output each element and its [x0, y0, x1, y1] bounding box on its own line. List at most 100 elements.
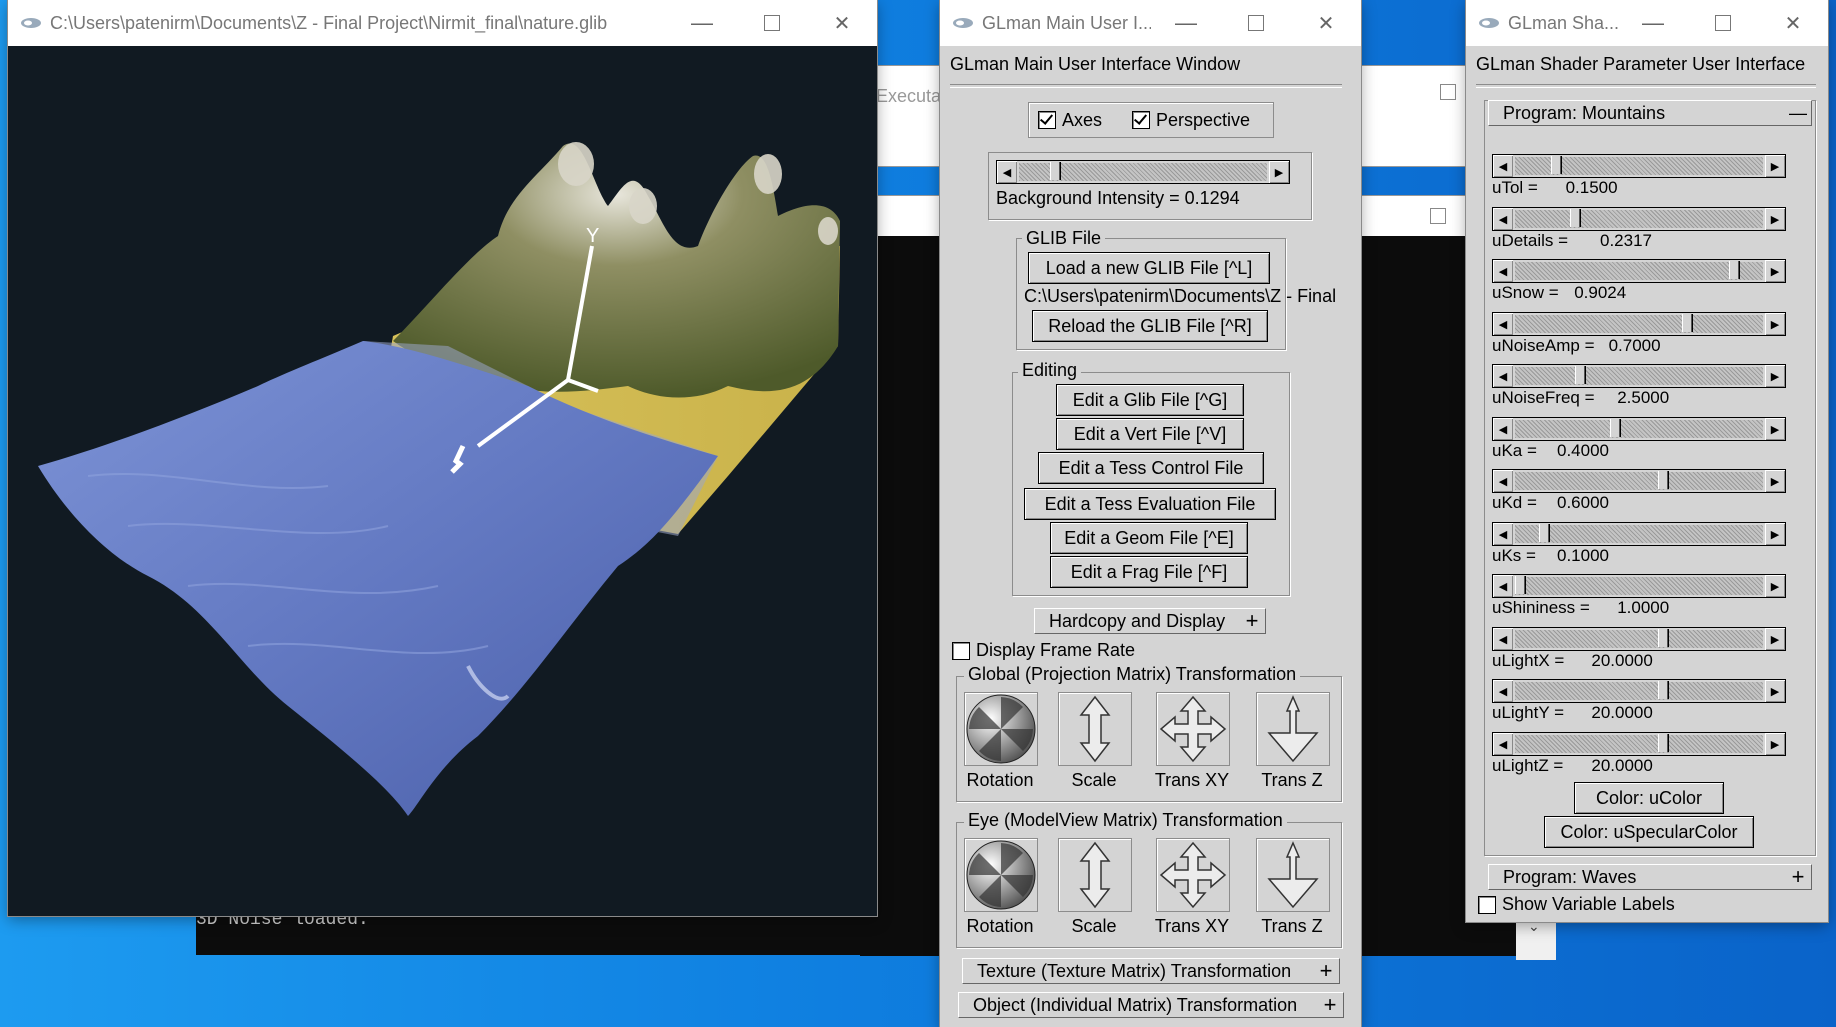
slider-trough[interactable] [1515, 682, 1763, 700]
color-uspecularcolor-button[interactable]: Color: uSpecularColor [1544, 816, 1754, 848]
slider-right-arrow-icon[interactable]: ▶ [1765, 365, 1785, 387]
slider-left-arrow-icon[interactable]: ◀ [1493, 680, 1513, 702]
load-glib-button[interactable]: Load a new GLIB File [^L] [1028, 252, 1270, 284]
slider-left-arrow-icon[interactable]: ◀ [1493, 575, 1513, 597]
slider-thumb[interactable] [1515, 576, 1525, 594]
slider-right-arrow-icon[interactable]: ▶ [1269, 161, 1289, 183]
param-slider[interactable]: ◀ ▶ [1492, 417, 1786, 441]
maximize-button[interactable] [1221, 0, 1291, 46]
slider-left-arrow-icon[interactable]: ◀ [997, 161, 1017, 183]
slider-right-arrow-icon[interactable]: ▶ [1765, 155, 1785, 177]
perspective-checkbox[interactable] [1132, 111, 1150, 129]
param-slider[interactable]: ◀ ▶ [1492, 522, 1786, 546]
slider-thumb[interactable] [1569, 209, 1580, 227]
eye-scale-control[interactable] [1058, 838, 1132, 912]
maximize-button[interactable] [737, 0, 807, 46]
slider-left-arrow-icon[interactable]: ◀ [1493, 365, 1513, 387]
param-slider[interactable]: ◀ ▶ [1492, 207, 1786, 231]
edit-frag-button[interactable]: Edit a Frag File [^F] [1050, 556, 1248, 588]
param-slider[interactable]: ◀ ▶ [1492, 364, 1786, 388]
slider-thumb[interactable] [1574, 366, 1585, 384]
param-slider[interactable]: ◀ ▶ [1492, 312, 1786, 336]
global-transz-control[interactable] [1256, 692, 1330, 766]
slider-trough[interactable] [1515, 210, 1763, 228]
object-transform-rollout[interactable]: Object (Individual Matrix) Transformatio… [958, 992, 1344, 1018]
slider-right-arrow-icon[interactable]: ▶ [1765, 313, 1785, 335]
minimize-button[interactable]: — [1151, 0, 1221, 46]
minimize-button[interactable]: — [667, 0, 737, 46]
slider-left-arrow-icon[interactable]: ◀ [1493, 418, 1513, 440]
slider-trough[interactable] [1515, 735, 1763, 753]
reload-glib-button[interactable]: Reload the GLIB File [^R] [1032, 310, 1268, 342]
edit-geom-button[interactable]: Edit a Geom File [^E] [1050, 522, 1248, 554]
close-button[interactable]: ✕ [807, 0, 877, 46]
texture-transform-rollout[interactable]: Texture (Texture Matrix) Transformation … [962, 958, 1340, 984]
slider-right-arrow-icon[interactable]: ▶ [1765, 628, 1785, 650]
close-button[interactable]: ✕ [1291, 0, 1361, 46]
global-transxy-control[interactable] [1156, 692, 1230, 766]
param-slider[interactable]: ◀ ▶ [1492, 469, 1786, 493]
global-rotation-control[interactable] [964, 692, 1038, 766]
slider-left-arrow-icon[interactable]: ◀ [1493, 523, 1513, 545]
slider-right-arrow-icon[interactable]: ▶ [1765, 208, 1785, 230]
show-variable-labels-checkbox[interactable] [1478, 896, 1496, 914]
edit-vert-button[interactable]: Edit a Vert File [^V] [1056, 418, 1244, 450]
param-slider[interactable]: ◀ ▶ [1492, 732, 1786, 756]
slider-trough[interactable] [1515, 262, 1763, 280]
slider-left-arrow-icon[interactable]: ◀ [1493, 628, 1513, 650]
maximize-button[interactable] [1688, 0, 1758, 46]
slider-right-arrow-icon[interactable]: ▶ [1765, 523, 1785, 545]
slider-right-arrow-icon[interactable]: ▶ [1765, 733, 1785, 755]
slider-right-arrow-icon[interactable]: ▶ [1765, 260, 1785, 282]
slider-trough[interactable] [1515, 525, 1763, 543]
param-slider[interactable]: ◀ ▶ [1492, 154, 1786, 178]
param-slider[interactable]: ◀ ▶ [1492, 679, 1786, 703]
slider-left-arrow-icon[interactable]: ◀ [1493, 470, 1513, 492]
slider-trough[interactable] [1515, 630, 1763, 648]
close-button[interactable]: ✕ [1758, 0, 1828, 46]
slider-thumb[interactable] [1657, 629, 1668, 647]
slider-trough[interactable] [1515, 315, 1763, 333]
edit-tess-evaluation-button[interactable]: Edit a Tess Evaluation File [1024, 488, 1276, 520]
param-slider[interactable]: ◀ ▶ [1492, 574, 1786, 598]
opengl-canvas[interactable]: Y [8, 46, 877, 916]
slider-thumb[interactable] [1681, 314, 1692, 332]
slider-thumb[interactable] [1657, 471, 1668, 489]
slider-right-arrow-icon[interactable]: ▶ [1765, 680, 1785, 702]
hardcopy-display-rollout[interactable]: Hardcopy and Display + [1034, 608, 1266, 634]
background-intensity-slider[interactable]: ◀ ▶ [996, 160, 1290, 184]
program-waves-rollout[interactable]: Program: Waves + [1488, 864, 1812, 890]
eye-transxy-control[interactable] [1156, 838, 1230, 912]
slider-left-arrow-icon[interactable]: ◀ [1493, 313, 1513, 335]
slider-thumb[interactable] [1657, 734, 1668, 752]
slider-right-arrow-icon[interactable]: ▶ [1765, 470, 1785, 492]
slider-thumb[interactable] [1729, 261, 1740, 279]
axes-checkbox[interactable] [1038, 111, 1056, 129]
slider-left-arrow-icon[interactable]: ◀ [1493, 208, 1513, 230]
color-ucolor-button[interactable]: Color: uColor [1574, 782, 1724, 814]
eye-transz-control[interactable] [1256, 838, 1330, 912]
slider-trough[interactable] [1515, 577, 1763, 595]
slider-trough[interactable] [1515, 367, 1763, 385]
edit-glib-button[interactable]: Edit a Glib File [^G] [1056, 384, 1244, 416]
slider-thumb[interactable] [1610, 419, 1621, 437]
eye-rotation-control[interactable] [964, 838, 1038, 912]
slider-trough[interactable] [1515, 420, 1763, 438]
param-slider[interactable]: ◀ ▶ [1492, 627, 1786, 651]
slider-right-arrow-icon[interactable]: ▶ [1765, 575, 1785, 597]
edit-tess-control-button[interactable]: Edit a Tess Control File [1038, 452, 1264, 484]
slider-thumb[interactable] [1657, 681, 1668, 699]
slider-trough[interactable] [1515, 472, 1763, 490]
slider-thumb[interactable] [1550, 156, 1561, 174]
program-mountains-rollout[interactable]: Program: Mountains — [1488, 100, 1812, 126]
slider-left-arrow-icon[interactable]: ◀ [1493, 155, 1513, 177]
global-scale-control[interactable] [1058, 692, 1132, 766]
param-slider[interactable]: ◀ ▶ [1492, 259, 1786, 283]
slider-left-arrow-icon[interactable]: ◀ [1493, 260, 1513, 282]
slider-right-arrow-icon[interactable]: ▶ [1765, 418, 1785, 440]
minimize-button[interactable]: — [1618, 0, 1688, 46]
slider-thumb[interactable] [1538, 524, 1549, 542]
slider-left-arrow-icon[interactable]: ◀ [1493, 733, 1513, 755]
display-frame-rate-checkbox[interactable] [952, 642, 970, 660]
slider-thumb[interactable] [1049, 162, 1060, 180]
